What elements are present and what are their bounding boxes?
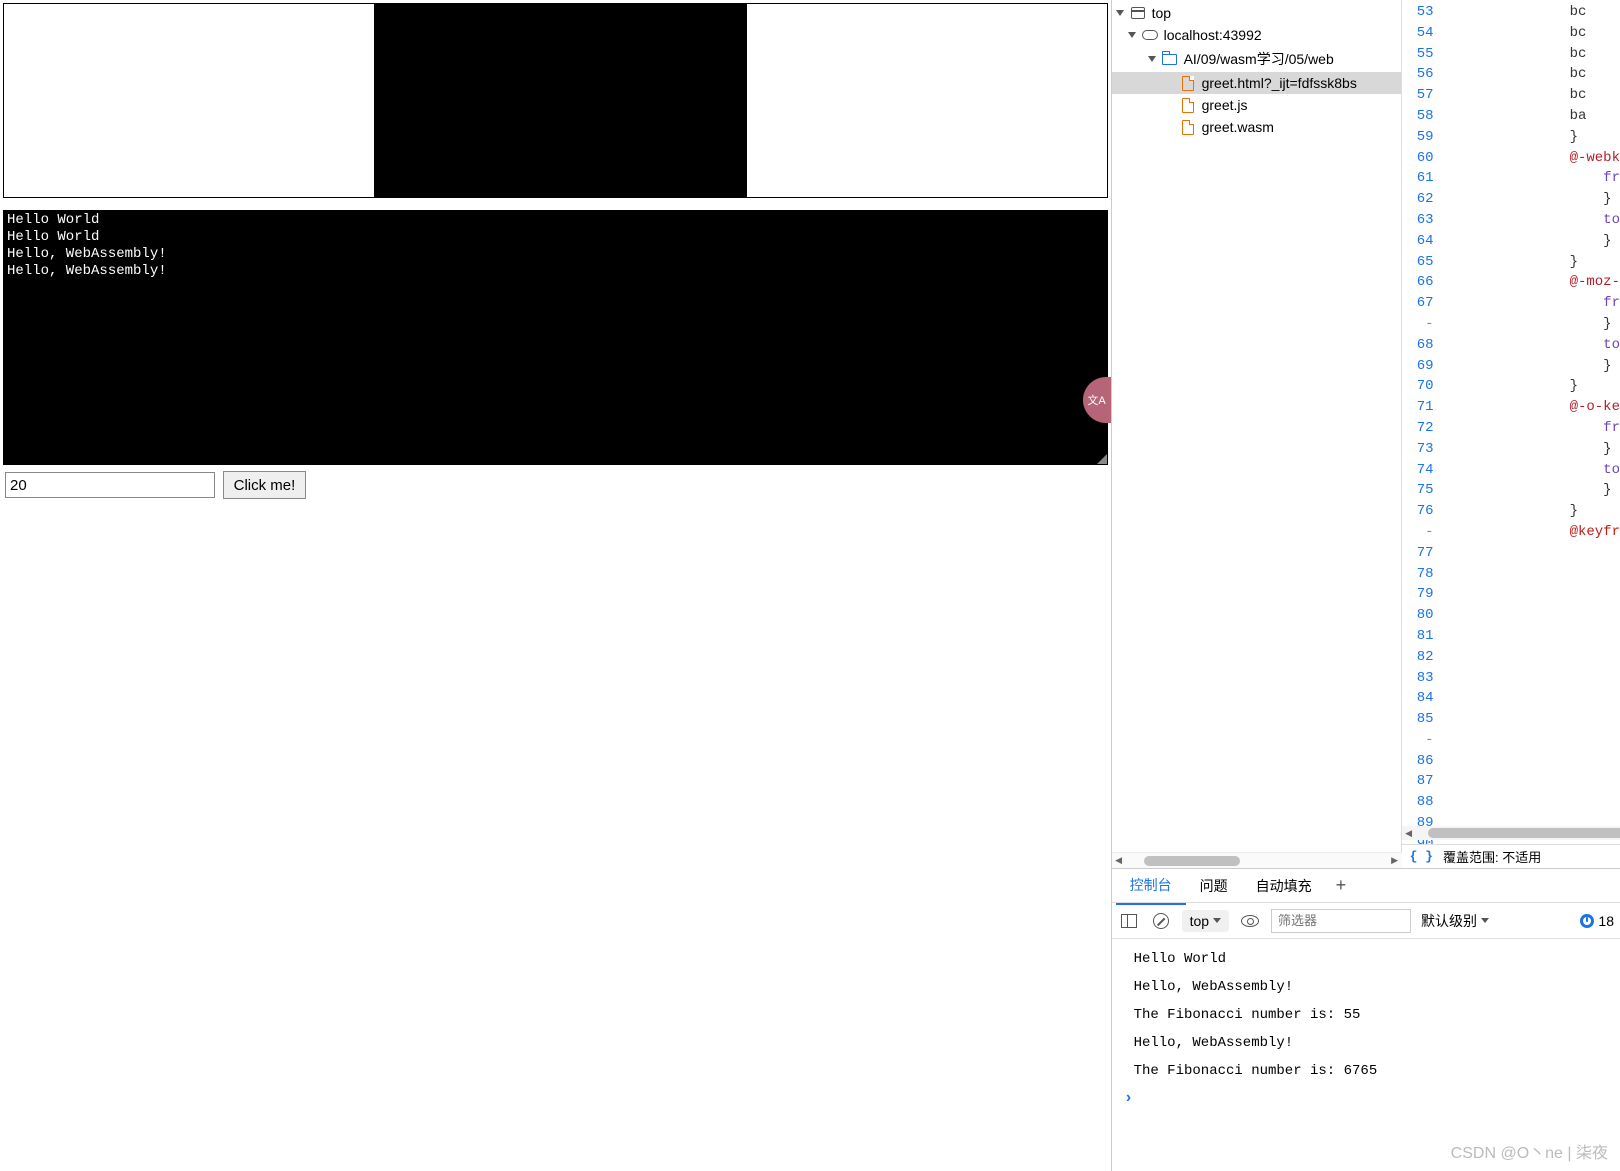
tree-label: AI/09/wasm学习/05/web: [1184, 49, 1334, 69]
folder-icon: [1162, 54, 1177, 65]
output-line: Hello, WebAssembly!: [7, 263, 1104, 280]
tab-autofill[interactable]: 自动填充: [1242, 868, 1326, 904]
clear-icon: [1153, 913, 1169, 929]
log-level-selector[interactable]: 默认级别: [1421, 911, 1489, 931]
canvas-white-left: [4, 4, 374, 197]
toggle-sidebar-button[interactable]: [1118, 910, 1140, 932]
context-selector[interactable]: top: [1182, 910, 1229, 932]
canvas-white-right: [747, 4, 1107, 197]
console-output[interactable]: Hello World Hello, WebAssembly! The Fibo…: [1112, 939, 1620, 1171]
console-tabs: 控制台 问题 自动填充 +: [1112, 869, 1620, 903]
scroll-left-icon[interactable]: ◀: [1112, 855, 1126, 866]
coverage-label: 覆盖范围: 不适用: [1443, 847, 1541, 866]
code-editor[interactable]: 535455565758596061626364656667-686970717…: [1402, 0, 1620, 844]
code-content[interactable]: bcbcbcbcbcba}@-webk fr } to }}@-moz- fr …: [1440, 0, 1620, 844]
chevron-down-icon: [1148, 56, 1156, 62]
tree-item-top[interactable]: top: [1112, 2, 1401, 24]
level-label: 默认级别: [1421, 911, 1477, 931]
sources-file-tree[interactable]: top localhost:43992 AI/09/wasm学习/05/web …: [1112, 0, 1402, 852]
chevron-down-icon: [1116, 10, 1124, 16]
devtools-panel: top localhost:43992 AI/09/wasm学习/05/web …: [1111, 0, 1620, 1171]
watermark: CSDN @O丶ne | 柒夜: [1451, 1139, 1608, 1163]
console-message: Hello, WebAssembly!: [1112, 973, 1620, 1001]
console-message: The Fibonacci number is: 6765: [1112, 1057, 1620, 1085]
console-message: Hello, WebAssembly!: [1112, 1029, 1620, 1057]
sidebar-icon: [1121, 914, 1137, 928]
editor-footer: { } 覆盖范围: 不适用: [1402, 844, 1620, 868]
editor-h-scrollbar[interactable]: ◀ ▶: [1402, 826, 1620, 840]
canvas-container: [3, 3, 1108, 198]
file-icon: [1182, 120, 1194, 135]
clear-console-button[interactable]: [1150, 910, 1172, 932]
tree-item-file[interactable]: greet.wasm: [1112, 116, 1401, 138]
rendered-page: Hello World Hello World Hello, WebAssemb…: [0, 0, 1111, 1171]
issues-count: 18: [1598, 913, 1614, 929]
info-icon: [1580, 914, 1594, 928]
console-message: Hello World: [1112, 945, 1620, 973]
scroll-thumb[interactable]: [1144, 856, 1240, 866]
output-line: Hello World: [7, 229, 1104, 246]
scroll-left-icon[interactable]: ◀: [1402, 828, 1416, 839]
tree-label: top: [1152, 5, 1171, 21]
scroll-right-icon[interactable]: ▶: [1388, 855, 1402, 866]
scroll-thumb[interactable]: [1428, 828, 1620, 838]
chevron-down-icon: [1213, 918, 1221, 923]
tree-item-file[interactable]: greet.js: [1112, 94, 1401, 116]
output-line: Hello, WebAssembly!: [7, 246, 1104, 263]
console-message: The Fibonacci number is: 55: [1112, 1001, 1620, 1029]
tree-label: greet.wasm: [1202, 119, 1274, 135]
output-line: Hello World: [7, 212, 1104, 229]
tab-issues[interactable]: 问题: [1186, 868, 1242, 904]
canvas-black: [374, 4, 747, 197]
tree-item-folder[interactable]: AI/09/wasm学习/05/web: [1112, 46, 1401, 72]
chevron-down-icon: [1481, 918, 1489, 923]
terminal-output[interactable]: Hello World Hello World Hello, WebAssemb…: [3, 210, 1108, 465]
cloud-icon: [1142, 30, 1158, 40]
format-icon[interactable]: { }: [1410, 849, 1433, 864]
console-toolbar: top 默认级别 18: [1112, 903, 1620, 939]
click-me-button[interactable]: Click me!: [223, 471, 307, 499]
filter-input[interactable]: [1271, 909, 1411, 933]
tree-label: greet.html?_ijt=fdfssk8bs: [1202, 75, 1357, 91]
resize-handle-icon[interactable]: [1094, 451, 1108, 465]
tab-console[interactable]: 控制台: [1116, 867, 1186, 905]
context-label: top: [1190, 913, 1209, 929]
tree-label: localhost:43992: [1164, 27, 1262, 43]
file-icon: [1182, 76, 1194, 91]
number-input[interactable]: [5, 472, 215, 498]
tree-item-file[interactable]: greet.html?_ijt=fdfssk8bs: [1112, 72, 1401, 94]
tree-item-host[interactable]: localhost:43992: [1112, 24, 1401, 46]
tree-label: greet.js: [1202, 97, 1248, 113]
eye-icon: [1241, 915, 1259, 927]
console-prompt[interactable]: [1112, 1085, 1620, 1111]
file-icon: [1182, 98, 1194, 113]
add-tab-button[interactable]: +: [1326, 871, 1357, 900]
chevron-down-icon: [1128, 32, 1136, 38]
live-expression-button[interactable]: [1239, 910, 1261, 932]
window-icon: [1131, 7, 1145, 19]
issues-badge[interactable]: 18: [1580, 913, 1614, 929]
console-panel: 控制台 问题 自动填充 + top 默认级别: [1112, 868, 1620, 1171]
line-number-gutter: 535455565758596061626364656667-686970717…: [1402, 0, 1440, 844]
